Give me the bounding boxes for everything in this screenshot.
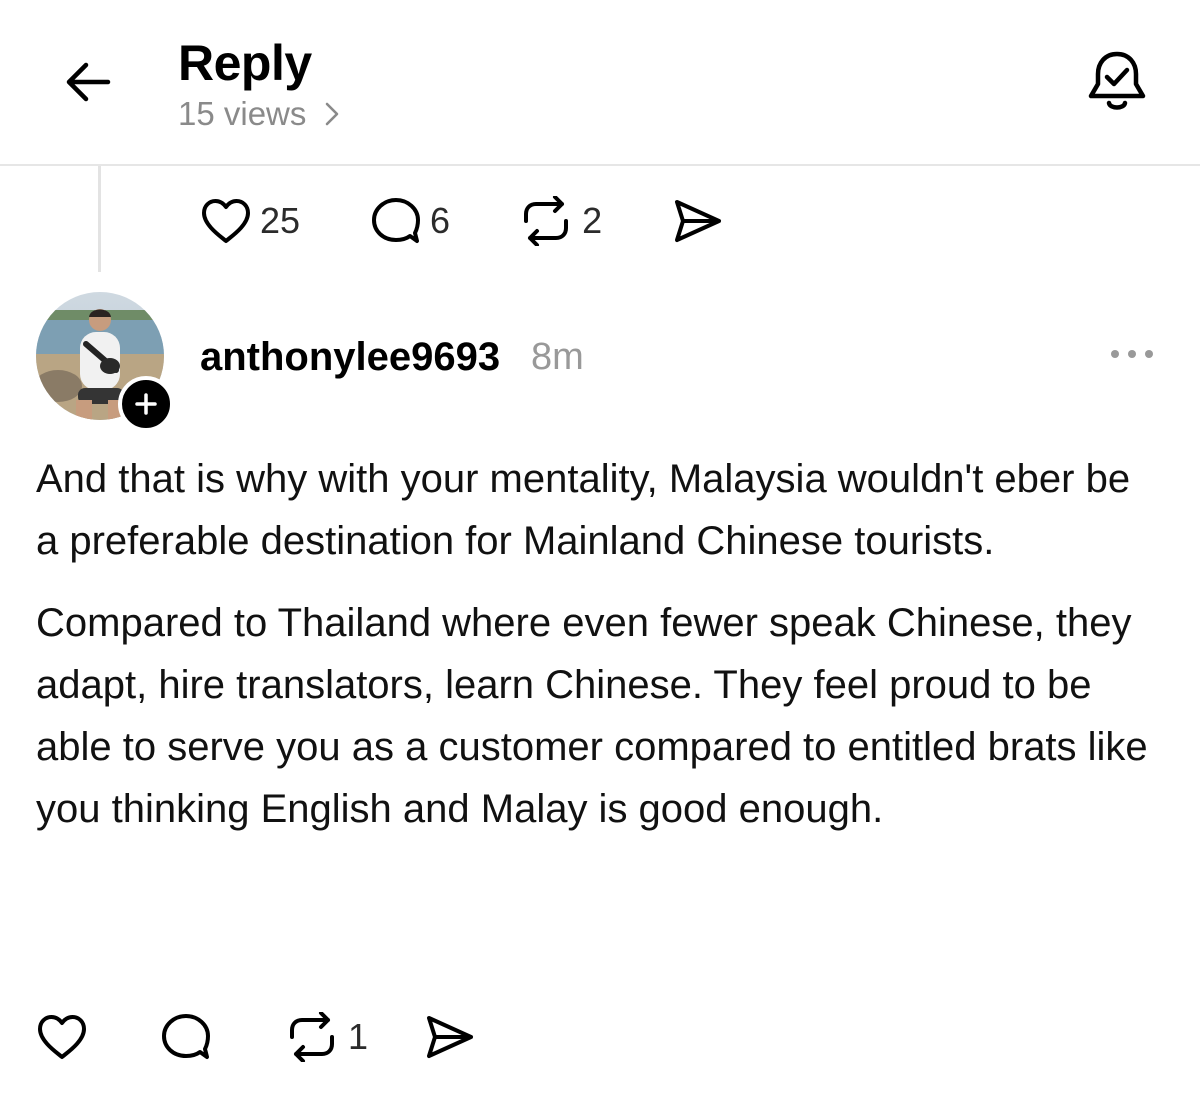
top-bar: Reply 15 views bbox=[0, 0, 1200, 166]
post-paragraph: And that is why with your mentality, Mal… bbox=[36, 457, 1131, 563]
reply-count: 6 bbox=[430, 200, 451, 241]
send-icon bbox=[427, 1016, 474, 1058]
repost-count: 1 bbox=[348, 1016, 369, 1057]
username[interactable]: anthonylee9693 bbox=[200, 334, 500, 380]
chevron-right-icon bbox=[326, 102, 339, 126]
repost-button[interactable]: 1 bbox=[284, 1012, 368, 1062]
more-dots-icon bbox=[1111, 350, 1153, 358]
more-options-button[interactable] bbox=[1104, 336, 1160, 372]
like-button[interactable]: 25 bbox=[200, 197, 300, 245]
send-icon bbox=[675, 200, 722, 242]
post-paragraph: Compared to Thailand where even fewer sp… bbox=[36, 601, 1148, 831]
back-button[interactable] bbox=[56, 50, 120, 114]
post-body: And that is why with your mentality, Mal… bbox=[36, 448, 1156, 860]
views-link[interactable]: 15 views bbox=[178, 94, 340, 134]
notifications-button[interactable] bbox=[1082, 46, 1152, 116]
views-count: 15 views bbox=[178, 95, 307, 132]
parent-post-actions: 25 6 2 bbox=[200, 196, 724, 246]
reply-button[interactable]: 6 bbox=[370, 196, 450, 246]
like-button[interactable] bbox=[36, 1013, 88, 1061]
bell-check-icon bbox=[1088, 51, 1146, 110]
repost-button[interactable]: 2 bbox=[518, 196, 602, 246]
reply-screen: Reply 15 views 25 6 2 anthonylee9693 8m … bbox=[0, 0, 1200, 1104]
repost-icon bbox=[290, 1012, 334, 1062]
post-time: 8m bbox=[531, 336, 584, 378]
repost-icon bbox=[524, 196, 569, 246]
follow-button[interactable] bbox=[118, 376, 174, 432]
page-title: Reply bbox=[178, 35, 312, 91]
comment-bubble-icon bbox=[372, 198, 421, 243]
heart-icon bbox=[202, 199, 250, 243]
arrow-left-icon bbox=[66, 62, 111, 102]
post-actions: 1 bbox=[36, 1012, 476, 1062]
comment-bubble-icon bbox=[162, 1014, 210, 1059]
reply-button[interactable] bbox=[160, 1012, 212, 1062]
repost-count: 2 bbox=[582, 200, 603, 241]
thread-connector bbox=[98, 166, 101, 272]
like-count: 25 bbox=[260, 200, 301, 241]
share-button[interactable] bbox=[672, 197, 724, 245]
plus-icon bbox=[135, 393, 157, 415]
heart-icon bbox=[38, 1015, 86, 1059]
share-button[interactable] bbox=[424, 1013, 476, 1061]
